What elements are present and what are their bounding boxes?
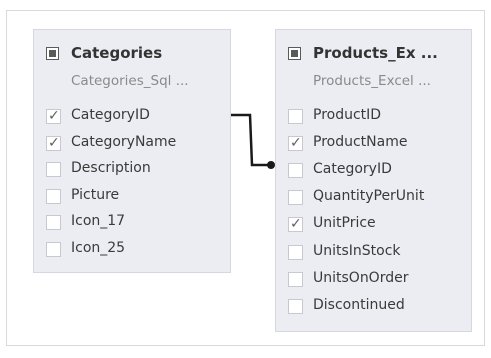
field-label: Icon_25: [71, 240, 126, 256]
field-checkbox[interactable]: ✓: [288, 271, 303, 287]
field-row[interactable]: ✓ CategoryID: [46, 107, 216, 126]
field-label: Icon_17: [71, 213, 126, 230]
table-products-excel[interactable]: Products_Ex ... Products_Excel ... ✓ Prod…: [275, 29, 472, 332]
check-icon: ✓: [290, 135, 302, 152]
field-row[interactable]: ✓ Icon_17: [46, 213, 216, 232]
table-categories[interactable]: Categories Categories_Sql ... ✓ CategoryI…: [33, 29, 231, 273]
field-row[interactable]: ✓ UnitsOnOrder: [288, 269, 458, 289]
field-checkbox[interactable]: ✓: [288, 135, 303, 152]
field-checkbox[interactable]: ✓: [288, 109, 303, 124]
field-checkbox[interactable]: ✓: [288, 244, 303, 260]
field-row[interactable]: ✓ QuantityPerUnit: [288, 188, 458, 207]
field-label: ProductName: [313, 134, 408, 151]
field-checkbox[interactable]: ✓: [288, 163, 303, 179]
field-checkbox[interactable]: ✓: [46, 242, 61, 257]
query-designer-canvas: Categories Categories_Sql ... ✓ CategoryI…: [0, 0, 491, 358]
field-label: CategoryName: [71, 133, 177, 150]
field-row[interactable]: ✓ Icon_25: [46, 240, 216, 259]
check-icon: ✓: [290, 216, 302, 233]
field-row[interactable]: ✓ ProductID: [288, 107, 458, 126]
table-icon: [46, 47, 59, 60]
field-row[interactable]: ✓ Discontinued: [288, 296, 458, 316]
check-icon: ✓: [48, 134, 60, 151]
field-checkbox[interactable]: ✓: [46, 215, 61, 231]
field-checkbox[interactable]: ✓: [46, 108, 61, 124]
relation-endpoint: [267, 161, 275, 169]
field-label: Discontinued: [313, 296, 405, 313]
table-title: Products_Ex ...: [313, 44, 438, 62]
table-header[interactable]: Categories Categories_Sql ...: [34, 30, 230, 100]
field-label: Picture: [71, 186, 120, 203]
table-source: Categories_Sql ...: [71, 73, 189, 89]
field-row[interactable]: ✓ UnitsInStock: [288, 242, 458, 262]
field-label: UnitsOnOrder: [313, 269, 409, 286]
table-title: Categories: [71, 44, 163, 62]
field-checkbox[interactable]: ✓: [288, 190, 303, 206]
field-checkbox[interactable]: ✓: [46, 134, 61, 151]
field-checkbox[interactable]: ✓: [288, 216, 303, 233]
field-row[interactable]: ✓ Picture: [46, 186, 216, 206]
field-label: QuantityPerUnit: [313, 188, 425, 205]
field-checkbox[interactable]: ✓: [288, 298, 303, 314]
field-checkbox[interactable]: ✓: [46, 162, 61, 178]
field-row[interactable]: ✓ ProductName: [288, 134, 458, 153]
field-row[interactable]: ✓ CategoryID: [288, 161, 458, 180]
field-label: CategoryID: [313, 161, 392, 178]
field-label: UnitsInStock: [313, 242, 401, 259]
field-label: ProductID: [313, 107, 382, 123]
field-row[interactable]: ✓ UnitPrice: [288, 215, 458, 234]
field-row[interactable]: ✓ CategoryName: [46, 133, 216, 153]
table-header[interactable]: Products_Ex ... Products_Excel ...: [276, 30, 471, 100]
check-icon: ✓: [48, 108, 60, 124]
field-checkbox[interactable]: ✓: [46, 188, 61, 204]
field-row[interactable]: ✓ Description: [46, 160, 216, 179]
table-icon: [288, 47, 301, 60]
field-label: CategoryID: [71, 107, 150, 123]
relation-line[interactable]: [231, 113, 270, 167]
table-source: Products_Excel ...: [313, 73, 431, 89]
field-label: Description: [71, 160, 151, 177]
field-label: UnitPrice: [313, 215, 376, 232]
